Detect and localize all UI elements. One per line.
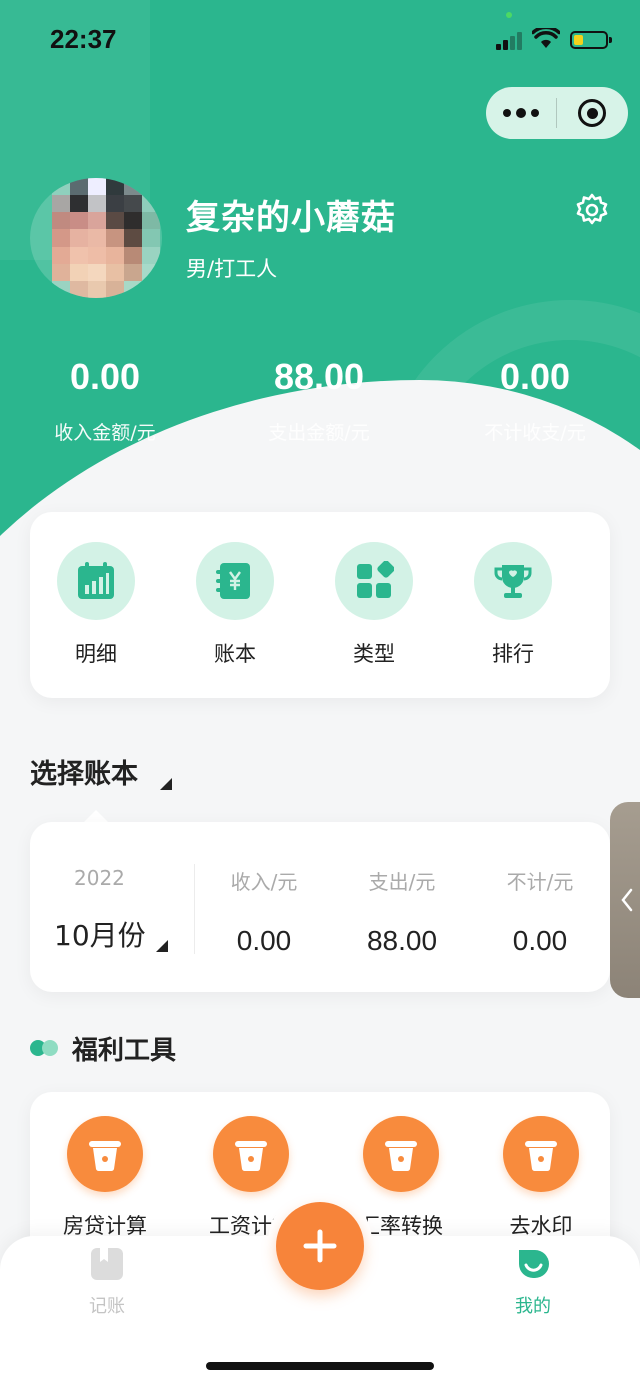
month-expense-value: 88.00 bbox=[366, 925, 438, 956]
status-bar: 22:37 bbox=[0, 0, 640, 80]
tab-label: 我的 bbox=[515, 1296, 551, 1317]
side-drawer-handle[interactable] bbox=[610, 802, 640, 998]
tools-section-title: 福利工具 bbox=[72, 1036, 177, 1066]
wifi-icon bbox=[532, 28, 560, 48]
income-stat: 0.00 收入金额/元 bbox=[5, 356, 205, 445]
chevron-left-icon bbox=[621, 888, 633, 912]
month-expense: 支出/元 88.00 bbox=[332, 822, 472, 957]
avatar-image bbox=[52, 178, 160, 298]
user-nickname: 复杂的小蘑菇 bbox=[186, 198, 396, 238]
avatar[interactable] bbox=[30, 178, 162, 298]
status-time: 22:37 bbox=[50, 24, 117, 54]
month-expense-label: 支出/元 bbox=[368, 870, 436, 894]
card-notch bbox=[84, 810, 108, 822]
menu-label-details: 明细 bbox=[75, 642, 117, 666]
menu-item-ledger[interactable]: 账本 bbox=[185, 542, 285, 668]
battery-level bbox=[574, 35, 583, 45]
more-dots-icon[interactable] bbox=[486, 87, 556, 139]
home-indicator bbox=[206, 1362, 434, 1370]
caret-down-icon[interactable] bbox=[160, 778, 172, 790]
calendar-chart-icon bbox=[57, 542, 135, 620]
excluded-stat: 0.00 不计收支/元 bbox=[435, 356, 635, 445]
month-excluded-value: 0.00 bbox=[512, 925, 568, 956]
month-excluded-label: 不计/元 bbox=[506, 870, 574, 894]
trophy-icon bbox=[474, 542, 552, 620]
tool-mortgage-calculator[interactable]: 房贷计算 bbox=[30, 1116, 180, 1240]
battery-icon bbox=[570, 31, 612, 49]
target-circle-icon[interactable] bbox=[557, 87, 627, 139]
menu-label-ranking: 排行 bbox=[492, 642, 534, 666]
cup-icon bbox=[67, 1116, 143, 1192]
excluded-value: 0.00 bbox=[499, 356, 571, 397]
month-income: 收入/元 0.00 bbox=[194, 822, 334, 957]
monthly-summary-card: 2022 10月份 收入/元 0.00 支出/元 88.00 不计/元 0.00 bbox=[30, 822, 610, 992]
yen-book-icon bbox=[196, 542, 274, 620]
category-grid-icon bbox=[335, 542, 413, 620]
cup-icon bbox=[503, 1116, 579, 1192]
expense-stat: 88.00 支出金额/元 bbox=[219, 356, 419, 445]
signal-icon bbox=[496, 30, 524, 50]
month-picker[interactable]: 10月份 bbox=[54, 914, 146, 954]
expense-label: 支出金额/元 bbox=[268, 422, 370, 444]
month-excluded: 不计/元 0.00 bbox=[470, 822, 610, 957]
year-label: 2022 bbox=[74, 866, 125, 890]
menu-item-ranking[interactable]: 排行 bbox=[463, 542, 563, 668]
gear-icon[interactable] bbox=[574, 192, 610, 228]
miniprogram-capsule bbox=[486, 87, 628, 139]
menu-item-details[interactable]: 明细 bbox=[46, 542, 146, 668]
caret-down-icon[interactable] bbox=[156, 940, 168, 952]
tab-label: 记账 bbox=[89, 1296, 125, 1317]
income-label: 收入金额/元 bbox=[54, 422, 156, 444]
month-income-value: 0.00 bbox=[236, 925, 292, 956]
cup-icon bbox=[363, 1116, 439, 1192]
add-record-button[interactable] bbox=[276, 1202, 364, 1290]
ledger-select-title[interactable]: 选择账本 bbox=[30, 752, 138, 791]
user-subtitle: 男/打工人 bbox=[186, 257, 278, 281]
tab-bookkeeping[interactable]: 记账 bbox=[52, 1246, 162, 1318]
menu-label-category: 类型 bbox=[353, 642, 395, 666]
income-value: 0.00 bbox=[69, 356, 141, 397]
bookmark-icon bbox=[91, 1248, 123, 1280]
cup-icon bbox=[213, 1116, 289, 1192]
month-income-label: 收入/元 bbox=[230, 870, 298, 894]
expense-value: 88.00 bbox=[273, 356, 365, 397]
excluded-label: 不计收支/元 bbox=[484, 422, 586, 444]
feature-menu-card: 明细 账本 类型 排行 bbox=[30, 512, 610, 698]
menu-item-category[interactable]: 类型 bbox=[324, 542, 424, 668]
tab-mine[interactable]: 我的 bbox=[478, 1246, 588, 1318]
smile-leaf-icon bbox=[519, 1250, 549, 1278]
menu-label-ledger: 账本 bbox=[214, 642, 256, 666]
camera-indicator-dot bbox=[506, 12, 512, 18]
tool-remove-watermark[interactable]: 去水印 bbox=[466, 1116, 616, 1240]
plus-icon bbox=[303, 1229, 337, 1263]
section-dot-icon bbox=[42, 1040, 58, 1056]
